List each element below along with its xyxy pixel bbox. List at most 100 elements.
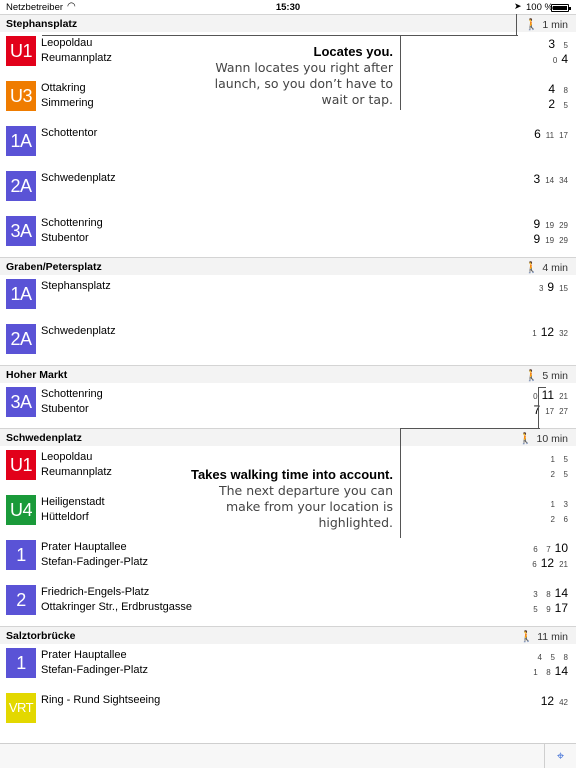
line-badge: 1A [6,279,36,309]
next-departure-minutes: 4 [548,82,555,96]
departure-time-line: 3 8 14 [525,585,568,600]
departure-time-line: 13 [542,495,568,510]
station-name: Graben/Petersplatz [6,261,102,273]
clock: 15:30 [275,2,301,13]
departure-row[interactable]: 3A Schottenring Stubentor 9 19 29 9 19 29 [0,212,576,257]
walk-minutes: 11 min [537,631,568,643]
line-badge: 1 [6,540,36,570]
departure-times: 0 11 21 7 17 27 [525,387,568,417]
destinations: Ring - Rund Sightseeing [41,693,160,708]
departure-minutes: 19 [545,236,555,245]
departure-times: 4825 [544,81,568,111]
location-arrow-icon: ➤ [514,1,522,11]
departure-minutes: 8 [546,668,551,677]
destinations: Schottentor [41,126,97,141]
departure-row[interactable]: 1A Stephansplatz 3 9 15 [0,275,576,320]
destination-name: Schottenring [41,217,103,229]
departure-times: 6 7 10 6 12 21 [524,540,568,570]
departure-row[interactable]: 3A Schottenring Stubentor 0 11 21 7 17 27 [0,383,576,428]
departure-time-line: 9 19 29 [530,216,569,231]
callout-leader-line [42,35,518,36]
walk-time: 🚶 5 min [525,369,568,382]
line-badge: U1 [6,36,36,66]
walking-person-icon: 🚶 [524,369,539,382]
departure-time-line: 6 7 10 [524,540,568,555]
walk-time: 🚶 10 min [519,432,568,445]
departure-minutes: 5 [563,470,568,479]
destinations: Schwedenplatz [41,171,116,186]
station-header: Hoher Markt 🚶 5 min [0,365,576,383]
destination-name: Hütteldorf [41,511,89,523]
destination-name: Stefan-Fadinger-Platz [41,664,148,676]
departure-time-line: 9 19 29 [530,231,569,246]
destination-name: Leopoldau [41,451,93,463]
departure-times: 3 8 14 5 9 17 [525,585,568,615]
departure-minutes: 5 [533,605,538,614]
callout-leader-line [516,14,517,36]
departure-minutes: 27 [559,407,568,416]
departure-time-line: 3 9 15 [530,279,568,294]
next-departure-minutes: 12 [540,325,555,339]
station-header: Schwedenplatz 🚶 10 min [0,428,576,446]
line-badge: VRT [6,693,36,723]
departure-times: 3 14 34 [530,171,569,186]
destinations: Heiligenstadt Hütteldorf [41,495,105,525]
departure-time-line: 48 [544,81,568,96]
departure-row[interactable]: 2 Friedrich-Engels-Platz Ottakringer Str.,… [0,581,576,626]
next-departure-minutes: 6 [534,127,541,141]
departure-row[interactable]: 2A Schwedenplatz 3 14 34 [0,167,576,212]
callout-leader-line [400,36,401,110]
destination-name: Ottakringer Str., Erdbrustgasse [41,601,193,613]
destinations: Leopoldau Reumannplatz [41,36,112,66]
destinations: Friedrich-Engels-Platz Ottakringer Str., … [41,585,192,615]
departure-time-line: 6 12 21 [524,555,568,570]
callout-body-line: Wann locates you right after [215,60,393,75]
line-badge: 1 [6,648,36,678]
next-departure-minutes: 12 [540,694,555,708]
destination-name: Stubentor [41,232,89,244]
bottom-toolbar: ⌖ [0,743,576,768]
line-badge: 2A [6,171,36,201]
walk-time: 🚶 11 min [520,630,568,643]
next-departure-minutes: 14 [554,586,568,600]
callout-leader-line [538,387,546,388]
destination-name: Schwedenplatz [41,172,116,184]
callout-title: Takes walking time into account. [190,467,393,482]
departure-row[interactable]: VRT Ring - Rund Sightseeing 12 42 [0,689,576,734]
departure-row[interactable]: 1 Prater Hauptallee Stefan-Fadinger-Platz 4… [0,644,576,689]
departure-minutes: 1 [532,329,537,338]
departure-time-line: 26 [542,510,568,525]
departure-times: 1326 [542,495,568,525]
walk-minutes: 5 min [542,370,568,382]
destination-name: Simmering [41,97,94,109]
departure-row[interactable]: 1 Prater Hauptallee Stefan-Fadinger-Platz 6… [0,536,576,581]
destinations: Schwedenplatz [41,324,116,339]
destination-name: Stefan-Fadinger-Platz [41,556,148,568]
destination-name: Stephansplatz [41,280,111,292]
line-badge: 2 [6,585,36,615]
station-name: Schwedenplatz [6,432,82,444]
next-departure-minutes: 9 [533,217,541,231]
departure-time-line: 12 42 [537,693,568,708]
callout-title: Locates you. [313,44,393,59]
destination-name: Prater Hauptallee [41,649,127,661]
departure-row[interactable]: 1A Schottentor 6 11 17 [0,122,576,167]
departure-time-line: 25 [542,465,568,480]
departure-minutes: 2 [550,515,555,524]
next-departure-minutes: 17 [554,601,568,615]
departure-row[interactable]: 2A Schwedenplatz 1 12 32 [0,320,576,365]
departure-times: 9 19 29 9 19 29 [530,216,569,246]
departure-list[interactable]: Stephansplatz 🚶 1 min U1 Leopoldau Reumannpla… [0,14,576,734]
departure-minutes: 32 [559,329,568,338]
destination-name: Schottentor [41,127,98,139]
departure-minutes: 17 [545,407,555,416]
callout-leader-line [538,387,539,428]
map-button[interactable]: ⌖ [544,744,576,768]
walk-minutes: 10 min [536,433,568,445]
departure-time-line: 5 9 17 [525,600,568,615]
destination-name: Prater Hauptallee [41,541,127,553]
departure-minutes: 1 [533,668,538,677]
battery-icon [551,4,571,12]
destinations: Ottakring Simmering [41,81,94,111]
station-name: Stephansplatz [6,18,78,30]
